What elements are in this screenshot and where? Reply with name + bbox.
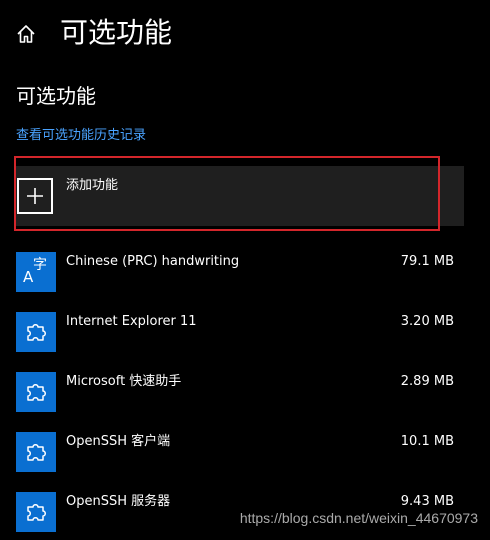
feature-name: OpenSSH 服务器: [66, 494, 171, 509]
feature-name: Microsoft 快速助手: [66, 374, 182, 389]
watermark: https://blog.csdn.net/weixin_44670973: [239, 510, 478, 526]
home-button[interactable]: [12, 20, 40, 48]
puzzle-icon: [16, 432, 56, 472]
feature-size: 3.20 MB: [400, 314, 454, 329]
feature-item-internet-explorer[interactable]: Internet Explorer 11 3.20 MB: [0, 300, 490, 360]
feature-item-openssh-client[interactable]: OpenSSH 客户端 10.1 MB: [0, 420, 490, 480]
feature-size: 2.89 MB: [400, 374, 454, 389]
add-feature-button[interactable]: 添加功能: [14, 166, 464, 226]
header: 可选功能: [0, 0, 490, 66]
feature-size: 10.1 MB: [400, 434, 454, 449]
home-icon: [17, 25, 35, 43]
language-icon: A字: [16, 252, 56, 292]
add-feature-label: 添加功能: [66, 178, 119, 193]
plus-icon: [17, 178, 53, 214]
page-title: 可选功能: [60, 16, 173, 49]
feature-history-link[interactable]: 查看可选功能历史记录: [16, 126, 146, 146]
feature-size: 79.1 MB: [400, 254, 454, 269]
feature-item-chinese-handwriting[interactable]: A字 Chinese (PRC) handwriting 79.1 MB: [0, 240, 490, 300]
section-title: 可选功能: [16, 84, 96, 108]
feature-name: Internet Explorer 11: [66, 314, 197, 329]
feature-name: Chinese (PRC) handwriting: [66, 254, 240, 269]
puzzle-icon: [16, 372, 56, 412]
puzzle-icon: [16, 492, 56, 532]
puzzle-icon: [16, 312, 56, 352]
feature-item-quick-assist[interactable]: Microsoft 快速助手 2.89 MB: [0, 360, 490, 420]
feature-name: OpenSSH 客户端: [66, 434, 171, 449]
